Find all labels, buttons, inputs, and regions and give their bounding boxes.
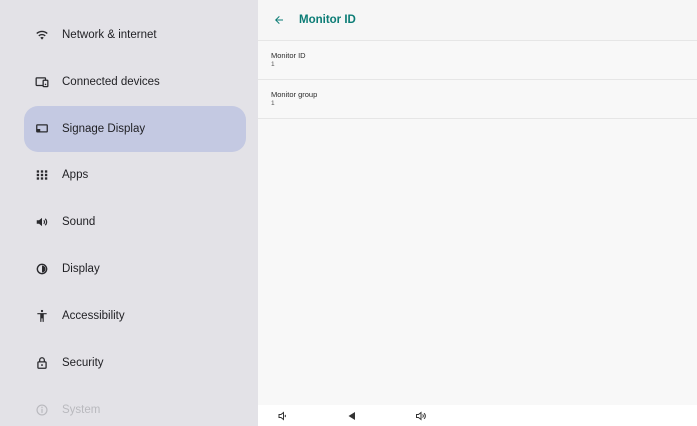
brightness-icon bbox=[34, 261, 50, 277]
page-header: Monitor ID bbox=[258, 0, 697, 41]
back-triangle-icon[interactable] bbox=[345, 409, 359, 422]
sidebar-item-network[interactable]: Network & internet bbox=[24, 12, 246, 58]
sidebar-item-label: Sound bbox=[62, 216, 96, 228]
sidebar-item-label: Signage Display bbox=[62, 123, 146, 135]
sidebar-item-system[interactable]: System bbox=[24, 387, 246, 426]
pref-title: Monitor group bbox=[271, 90, 318, 99]
sidebar-item-label: Apps bbox=[62, 169, 89, 181]
sidebar-item-label: Accessibility bbox=[62, 310, 125, 322]
content-area bbox=[258, 119, 697, 405]
lock-icon bbox=[34, 355, 50, 371]
sidebar-item-label: Network & internet bbox=[62, 29, 157, 41]
pref-monitor-group[interactable]: Monitor group 1 bbox=[258, 80, 697, 119]
sidebar-item-connected-devices[interactable]: Connected devices bbox=[24, 59, 246, 105]
pref-value: 1 bbox=[271, 61, 275, 68]
sidebar-item-label: Display bbox=[62, 263, 100, 275]
sidebar-item-label: System bbox=[62, 404, 101, 416]
sidebar-item-label: Security bbox=[62, 357, 104, 369]
apps-grid-icon bbox=[34, 167, 50, 183]
volume-icon bbox=[34, 214, 50, 230]
sidebar-item-apps[interactable]: Apps bbox=[24, 152, 246, 198]
page-title: Monitor ID bbox=[299, 14, 356, 26]
sidebar-item-security[interactable]: Security bbox=[24, 340, 246, 386]
wifi-icon bbox=[34, 27, 50, 43]
signage-display-icon bbox=[34, 121, 50, 137]
pref-value: 1 bbox=[271, 100, 275, 107]
back-arrow-icon[interactable] bbox=[271, 12, 287, 28]
sidebar-item-sound[interactable]: Sound bbox=[24, 199, 246, 245]
volume-down-icon[interactable] bbox=[276, 409, 290, 422]
volume-up-icon[interactable] bbox=[414, 409, 428, 422]
settings-sidebar: Network & internet Connected devices Sig… bbox=[0, 0, 258, 426]
main-pane: Monitor ID Monitor ID 1 Monitor group 1 bbox=[258, 0, 697, 426]
sidebar-item-display[interactable]: Display bbox=[24, 246, 246, 292]
accessibility-icon bbox=[34, 308, 50, 324]
settings-screen: Network & internet Connected devices Sig… bbox=[0, 0, 697, 426]
sidebar-item-signage-display[interactable]: Signage Display bbox=[24, 106, 246, 152]
sidebar-item-label: Connected devices bbox=[62, 76, 160, 88]
info-icon bbox=[34, 402, 50, 418]
sidebar-item-accessibility[interactable]: Accessibility bbox=[24, 293, 246, 339]
pref-monitor-id[interactable]: Monitor ID 1 bbox=[258, 41, 697, 80]
pref-title: Monitor ID bbox=[271, 51, 306, 60]
navigation-bar bbox=[258, 405, 697, 426]
connected-devices-icon bbox=[34, 74, 50, 90]
